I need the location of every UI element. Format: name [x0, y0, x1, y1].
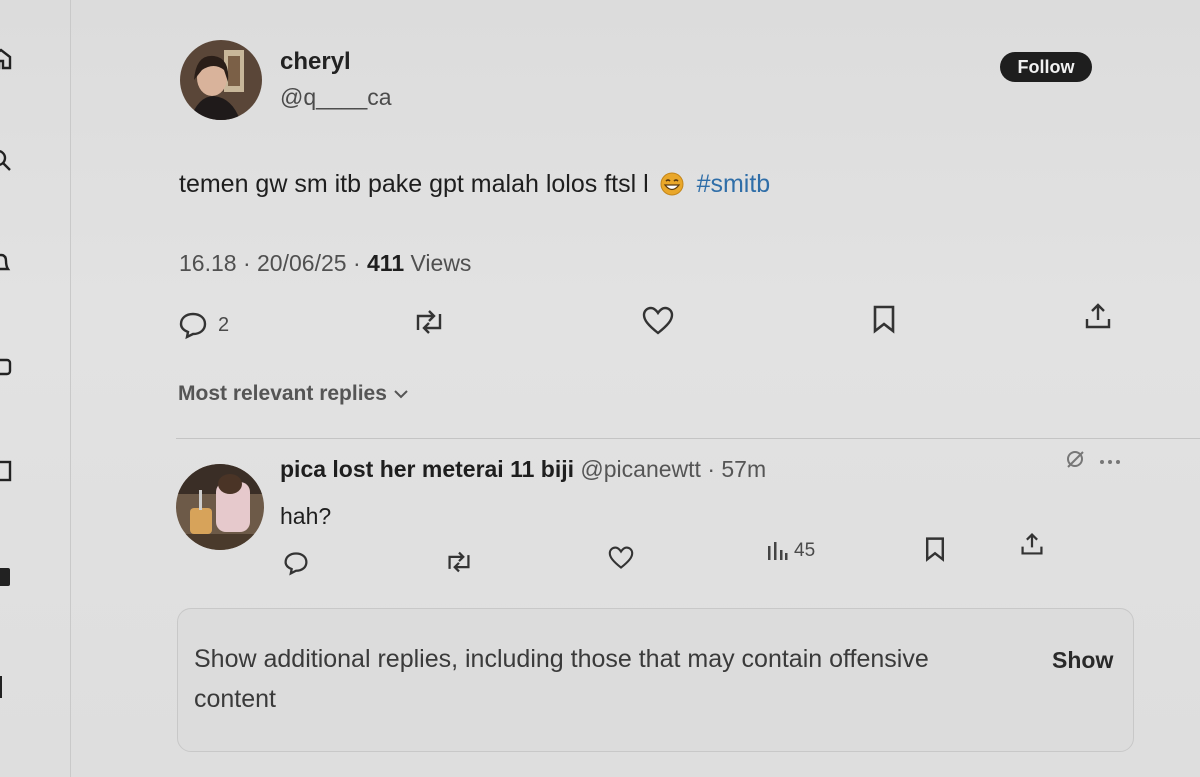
bookmark-icon: [924, 536, 946, 562]
grinning-face-emoji-icon: [660, 172, 684, 196]
views-count: 411: [367, 250, 405, 276]
reply-text: hah?: [280, 503, 332, 529]
more-nav-icon[interactable]: [0, 676, 12, 698]
reply-retweet-button[interactable]: [444, 550, 474, 574]
bookmarks-icon[interactable]: [0, 460, 12, 482]
retweet-icon: [412, 308, 446, 336]
reply-button[interactable]: 2: [178, 310, 229, 340]
share-button[interactable]: [1084, 302, 1112, 330]
additional-replies-notice: Show additional replies, including those…: [177, 608, 1134, 752]
reply-bookmark-button[interactable]: [924, 536, 946, 562]
separator-dot: ·: [352, 250, 367, 276]
grok-icon[interactable]: [1064, 448, 1086, 475]
reply-reply-button[interactable]: [283, 550, 309, 576]
follow-button[interactable]: Follow: [1000, 52, 1092, 82]
post-time[interactable]: 16.18: [179, 250, 237, 276]
retweet-icon: [444, 550, 474, 574]
views-label: Views: [410, 250, 472, 276]
reply-time[interactable]: 57m: [721, 456, 766, 482]
retweet-button[interactable]: [412, 308, 446, 336]
show-replies-button[interactable]: Show: [1052, 647, 1113, 674]
messages-icon[interactable]: [0, 356, 12, 378]
post-metadata: 16.18 · 20/06/25 · 411 Views: [179, 250, 471, 277]
share-icon: [1020, 532, 1044, 556]
bookmark-icon: [872, 304, 896, 334]
bookmark-button[interactable]: [872, 304, 896, 334]
avatar[interactable]: [180, 40, 262, 120]
replies-sort-dropdown[interactable]: Most relevant replies: [178, 382, 409, 406]
profile-icon[interactable]: [0, 566, 12, 588]
post-detail: cheryl @q____ca Follow temen gw sm itb p…: [72, 0, 1200, 777]
divider: [176, 438, 1200, 439]
reply-views-button[interactable]: 45: [766, 540, 815, 562]
hashtag-link[interactable]: #smitb: [697, 170, 771, 198]
reply-header: pica lost her meterai 11 biji @picanewtt…: [280, 456, 766, 483]
reply-author-name[interactable]: pica lost her meterai 11 biji: [280, 456, 574, 482]
more-icon[interactable]: [1098, 453, 1122, 471]
author-handle[interactable]: @q____ca: [280, 84, 392, 111]
chevron-down-icon: [387, 382, 409, 406]
reply-icon: [283, 550, 309, 576]
author-name[interactable]: cheryl: [280, 48, 351, 76]
post-date[interactable]: 20/06/25: [257, 250, 347, 276]
reply-views-count: 45: [794, 540, 816, 561]
reply-avatar[interactable]: [176, 464, 264, 550]
notice-text: Show additional replies, including those…: [194, 645, 929, 713]
like-icon: [608, 546, 634, 570]
views-icon: [766, 540, 788, 562]
sort-label: Most relevant replies: [178, 382, 387, 405]
reply-count: 2: [218, 313, 230, 336]
post-body: temen gw sm itb pake gpt malah lolos fts…: [179, 170, 649, 198]
like-icon: [642, 306, 674, 336]
reply-author-handle[interactable]: @picanewtt: [580, 456, 701, 482]
reply-share-button[interactable]: [1020, 532, 1044, 556]
separator-dot: ·: [242, 250, 258, 276]
post-text: temen gw sm itb pake gpt malah lolos fts…: [179, 170, 770, 199]
reply-options: [1064, 448, 1122, 475]
share-icon: [1084, 302, 1112, 330]
reply-like-button[interactable]: [608, 546, 634, 570]
reply-icon: [178, 310, 208, 340]
notifications-icon[interactable]: [0, 252, 12, 274]
home-icon[interactable]: [0, 48, 12, 70]
search-icon[interactable]: [0, 150, 12, 172]
separator-dot: ·: [707, 456, 722, 482]
left-nav-rail: [0, 0, 71, 777]
like-button[interactable]: [642, 306, 674, 336]
